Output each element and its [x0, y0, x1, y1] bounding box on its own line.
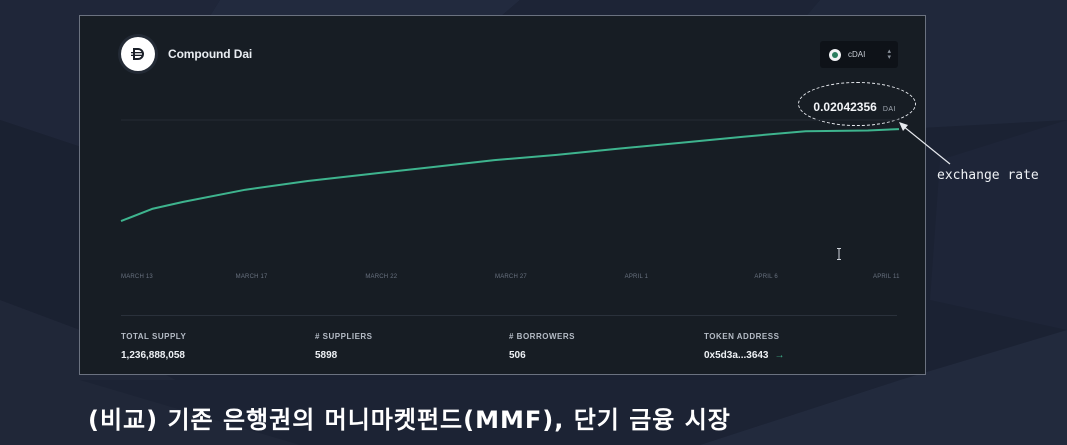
- x-tick-label: MARCH 22: [365, 274, 398, 280]
- series-line-0: [120, 128, 900, 223]
- stat-value: 5898: [315, 350, 338, 361]
- x-tick-label: APRIL 6: [754, 274, 778, 280]
- x-tick-label: APRIL 11: [873, 274, 900, 280]
- stats-divider: [121, 315, 897, 316]
- text-cursor-icon: [837, 247, 841, 260]
- stat-value: 1,236,888,058: [121, 350, 185, 361]
- x-tick-label: MARCH 13: [121, 274, 153, 280]
- stat-token-address: TOKEN ADDRESS 0x5d3a...3643 →: [704, 332, 785, 361]
- stat-label: # BORROWERS: [509, 332, 575, 341]
- token-address-link[interactable]: 0x5d3a...3643 →: [704, 350, 785, 361]
- x-tick-label: APRIL 1: [624, 274, 649, 280]
- stat-total-supply: TOTAL SUPPLY 1,236,888,058: [121, 332, 186, 361]
- stat-label: # SUPPLIERS: [315, 332, 373, 341]
- exchange-rate-annotation: exchange rate: [937, 168, 1039, 183]
- stat-value: 506: [509, 350, 526, 361]
- x-tick-label: MARCH 27: [495, 274, 527, 280]
- exchange-rate-chart: [120, 119, 900, 223]
- x-tick-label: MARCH 17: [235, 274, 268, 280]
- market-card: Compound Dai cDAI ▴ ▾ 0.02042356 DAI MARC…: [79, 15, 926, 375]
- slide-caption: (비교) 기존 은행권의 머니마켓펀드(MMF), 단기 금융 시장: [88, 406, 731, 434]
- stat-borrowers: # BORROWERS 506: [509, 332, 575, 361]
- stat-label: TOTAL SUPPLY: [121, 332, 187, 341]
- stat-label: TOKEN ADDRESS: [704, 332, 780, 341]
- arrow-right-icon: →: [774, 350, 785, 361]
- stat-suppliers: # SUPPLIERS 5898: [315, 332, 373, 361]
